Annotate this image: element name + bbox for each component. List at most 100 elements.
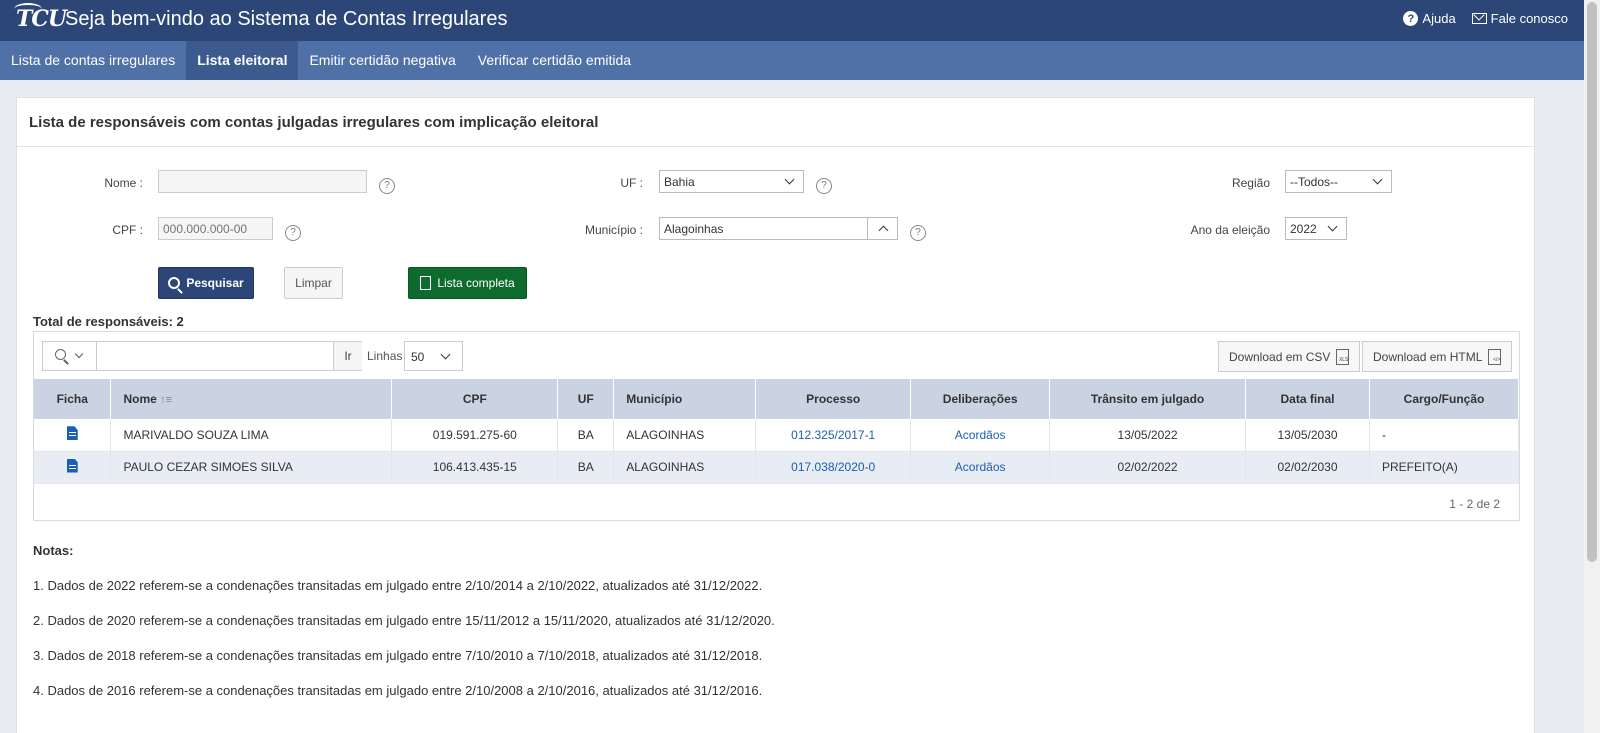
- col-ficha[interactable]: Ficha: [34, 379, 112, 419]
- cpf-help-icon[interactable]: ?: [285, 225, 301, 241]
- municipio-label: Município :: [584, 223, 643, 237]
- chevron-up-icon: [878, 225, 889, 236]
- nome-cell: MARIVALDO SOUZA LIMA: [110, 419, 393, 452]
- col-processo[interactable]: Processo: [755, 379, 912, 419]
- table-row: PAULO CEZAR SIMOES SILVA 106.413.435-15 …: [34, 451, 1520, 484]
- xls-file-icon: XLS: [1336, 348, 1350, 365]
- help-link[interactable]: ? Ajuda: [1403, 11, 1456, 26]
- ficha-cell[interactable]: [34, 451, 112, 484]
- transito-cell: 13/05/2022: [1049, 419, 1247, 452]
- pager-info: 1 - 2 de 2: [1449, 497, 1500, 511]
- note-item: 3. Dados de 2018 referem-se a condenaçõe…: [33, 648, 763, 663]
- col-cargo[interactable]: Cargo/Função: [1369, 379, 1520, 419]
- download-html-label: Download em HTML: [1373, 349, 1483, 364]
- clear-button[interactable]: Limpar: [284, 267, 343, 299]
- col-data-final[interactable]: Data final: [1245, 379, 1370, 419]
- col-uf[interactable]: UF: [557, 379, 615, 419]
- tcu-logo[interactable]: TCU: [16, 6, 67, 32]
- download-csv-button[interactable]: Download em CSV XLS: [1218, 341, 1361, 372]
- nome-input[interactable]: [158, 170, 367, 193]
- cargo-cell: -: [1369, 419, 1520, 452]
- top-links: ? Ajuda Fale conosco: [1403, 11, 1568, 26]
- search-icon: [55, 349, 66, 360]
- ano-eleicao-label: Ano da eleição: [1190, 223, 1270, 237]
- grid-search-input[interactable]: [97, 342, 333, 370]
- combobox-toggle[interactable]: [867, 218, 897, 239]
- search-button-label: Pesquisar: [186, 276, 244, 290]
- note-item: 4. Dados de 2016 referem-se a condenaçõe…: [33, 683, 763, 698]
- col-transito[interactable]: Trânsito em julgado: [1049, 379, 1247, 419]
- uf-cell: BA: [557, 451, 615, 484]
- deliberacoes-link[interactable]: Acordãos: [955, 460, 1006, 474]
- document-icon: [420, 276, 432, 290]
- col-nome[interactable]: Nome ↑≡: [110, 379, 393, 419]
- cpf-label: CPF :: [112, 223, 143, 237]
- chevron-down-icon: [784, 174, 795, 185]
- contact-link[interactable]: Fale conosco: [1471, 11, 1568, 26]
- uf-label: UF :: [620, 176, 643, 190]
- deliberacoes-cell: Acordãos: [910, 419, 1051, 452]
- chevron-down-icon: [440, 349, 451, 360]
- main-nav: Lista de contas irregulares Lista eleito…: [0, 41, 1584, 80]
- ano-eleicao-select[interactable]: 2022: [1285, 217, 1347, 240]
- help-label: Ajuda: [1422, 11, 1456, 26]
- panel-title: Lista de responsáveis com contas julgada…: [17, 98, 1534, 147]
- nome-cell: PAULO CEZAR SIMOES SILVA: [110, 451, 393, 484]
- col-municipio[interactable]: Município: [613, 379, 757, 419]
- html-file-icon: </>: [1488, 348, 1502, 365]
- sort-icon: ↑≡: [160, 394, 173, 406]
- uf-select[interactable]: Bahia: [659, 170, 804, 193]
- file-icon[interactable]: [66, 426, 78, 441]
- scrollbar-thumb[interactable]: [1587, 2, 1597, 562]
- processo-cell: 012.325/2017-1: [755, 419, 912, 452]
- col-cpf[interactable]: CPF: [391, 379, 559, 419]
- municipio-cell: ALAGOINHAS: [613, 419, 757, 452]
- grid-search-group: Ir: [42, 341, 362, 371]
- tab-verificar-certidao[interactable]: Verificar certidão emitida: [467, 41, 642, 80]
- processo-link[interactable]: 017.038/2020-0: [791, 460, 875, 474]
- results-grid: Ir Linhas 50 Download em CSV XLS Downloa…: [33, 331, 1520, 521]
- cpf-cell: 106.413.435-15: [391, 451, 559, 484]
- tab-lista-eleitoral[interactable]: Lista eleitoral: [186, 41, 299, 80]
- tab-emitir-certidao[interactable]: Emitir certidão negativa: [298, 41, 466, 80]
- page-scrollbar[interactable]: [1584, 0, 1600, 733]
- ano-eleicao-value: 2022: [1290, 222, 1317, 236]
- notes-title: Notas:: [33, 543, 74, 558]
- chevron-down-icon: [1372, 174, 1383, 185]
- processo-cell: 017.038/2020-0: [755, 451, 912, 484]
- municipio-cell: ALAGOINHAS: [613, 451, 757, 484]
- download-csv-label: Download em CSV: [1229, 349, 1331, 364]
- go-button[interactable]: Ir: [333, 342, 362, 370]
- processo-link[interactable]: 012.325/2017-1: [791, 428, 875, 442]
- download-html-button[interactable]: Download em HTML </>: [1362, 341, 1513, 372]
- note-item: 2. Dados de 2020 referem-se a condenaçõe…: [33, 613, 775, 628]
- search-column-select[interactable]: [43, 342, 97, 370]
- col-deliberacoes[interactable]: Deliberações: [910, 379, 1051, 419]
- nome-help-icon[interactable]: ?: [379, 178, 395, 194]
- search-button[interactable]: Pesquisar: [158, 267, 254, 299]
- cpf-cell: 019.591.275-60: [391, 419, 559, 452]
- data-final-cell: 02/02/2030: [1245, 451, 1370, 484]
- total-count: Total de responsáveis: 2: [33, 314, 184, 329]
- rows-per-page-select[interactable]: 50: [404, 341, 463, 371]
- full-list-button[interactable]: Lista completa: [408, 267, 527, 299]
- municipio-combobox[interactable]: Alagoinhas: [659, 217, 898, 240]
- regiao-label: Região: [1231, 176, 1270, 190]
- table-header-row: Ficha Nome ↑≡ CPF UF Município Processo …: [34, 379, 1520, 419]
- full-list-button-label: Lista completa: [437, 276, 515, 290]
- app-title: Seja bem-vindo ao Sistema de Contas Irre…: [65, 8, 508, 30]
- uf-value: Bahia: [664, 175, 695, 189]
- help-icon: ?: [1403, 11, 1419, 26]
- deliberacoes-link[interactable]: Acordãos: [955, 428, 1006, 442]
- file-icon[interactable]: [66, 458, 78, 473]
- cargo-cell: PREFEITO(A): [1369, 451, 1520, 484]
- data-final-cell: 13/05/2030: [1245, 419, 1370, 452]
- uf-help-icon[interactable]: ?: [816, 178, 832, 194]
- municipio-help-icon[interactable]: ?: [910, 225, 926, 241]
- tab-lista-contas-irregulares[interactable]: Lista de contas irregulares: [0, 41, 186, 80]
- transito-cell: 02/02/2022: [1049, 451, 1247, 484]
- search-icon: [168, 277, 181, 289]
- regiao-select[interactable]: --Todos--: [1285, 170, 1392, 193]
- cpf-input[interactable]: [158, 217, 273, 240]
- ficha-cell[interactable]: [34, 419, 112, 452]
